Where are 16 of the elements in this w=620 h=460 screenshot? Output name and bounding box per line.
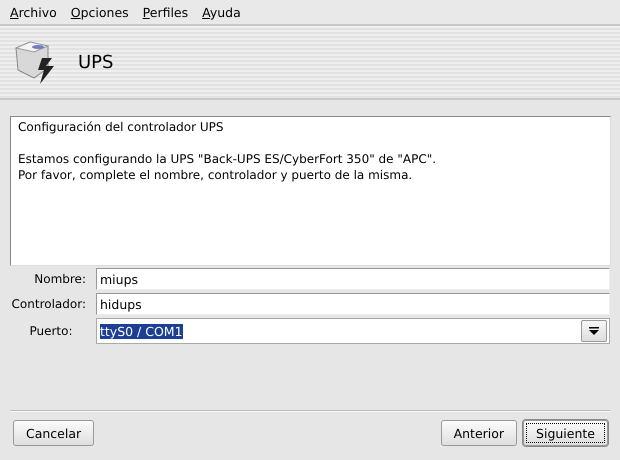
- text-field[interactable]: hidups: [96, 293, 610, 315]
- field-label: Nombre:: [33, 272, 87, 286]
- wizard-button[interactable]: Anterior: [440, 420, 518, 446]
- field-label: Puerto:: [28, 324, 74, 338]
- wizard-button[interactable]: Siguiente: [523, 420, 608, 446]
- dropdown-arrow-icon: [589, 327, 599, 335]
- menu-item[interactable]: Ayuda: [202, 4, 241, 20]
- menu-item[interactable]: Perfiles: [142, 4, 188, 20]
- port-combo-box[interactable]: ttyS0 / COM1: [96, 318, 610, 344]
- field-label: Controlador:: [10, 297, 87, 311]
- menu-item[interactable]: Opciones: [70, 4, 129, 20]
- text-field[interactable]: miups: [96, 268, 610, 290]
- app-title: UPS: [78, 52, 114, 72]
- description-text: Configuración del controlador UPS Estamos configurando la UPS "Back-UPS ES/CyberFort 350" de "APC". Por favor, complete el nombre, controlador y puerto de la misma.: [10, 116, 611, 266]
- menu-item[interactable]: Archivo: [10, 4, 57, 20]
- wizard-button[interactable]: Cancelar: [13, 420, 94, 446]
